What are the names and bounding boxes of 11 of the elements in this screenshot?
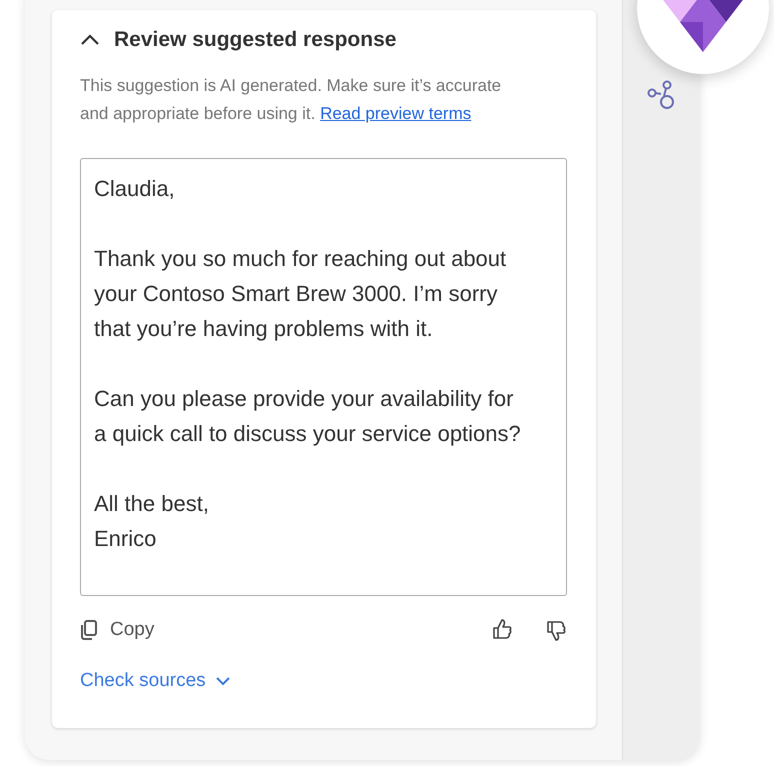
thumbs-down-icon[interactable] xyxy=(544,618,568,642)
check-sources-button[interactable]: Check sources xyxy=(80,670,230,692)
response-field[interactable]: Claudia, Thank you so much for reaching out about your Contoso Smart Brew 3000. I’m sorry that you’re having problems with it. Can you please provide your availability for a quick call to discuss your service options? All the best, Enrico xyxy=(80,158,567,596)
network-icon[interactable] xyxy=(646,80,676,110)
chevron-up-icon[interactable] xyxy=(80,34,100,46)
disclaimer-text: This suggestion is AI generated. Make sure it’s accurate and appropriate before using it. Read preview terms xyxy=(80,75,502,125)
section-title: Review suggested response xyxy=(114,28,396,52)
copy-icon xyxy=(80,620,98,640)
copy-button[interactable]: Copy xyxy=(80,619,154,641)
preview-terms-link[interactable]: Read preview terms xyxy=(320,104,472,123)
thumbs-up-icon[interactable] xyxy=(490,618,514,642)
